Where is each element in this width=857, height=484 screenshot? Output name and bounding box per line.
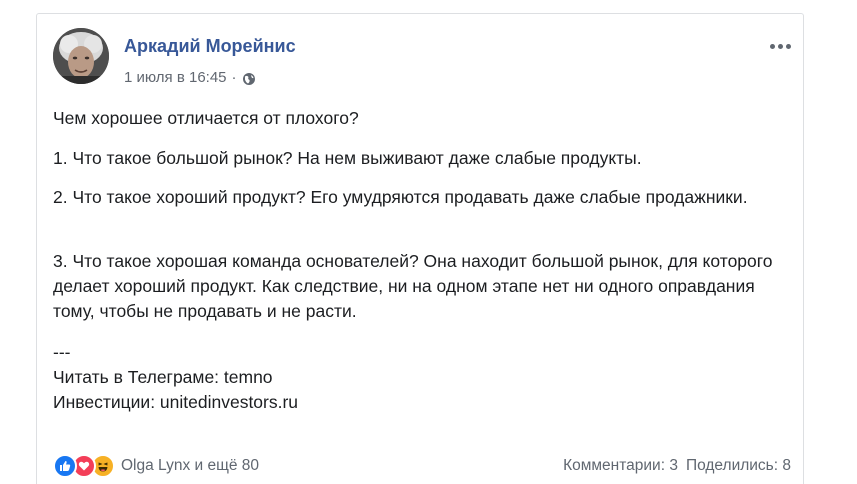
post-paragraph-4: 3. Что такое хорошая команда основателей…	[53, 251, 773, 321]
more-horizontal-icon	[769, 43, 775, 49]
post-meta: 1 июля в 16:45 ·	[124, 69, 256, 86]
post-footer: Olga Lynx и ещё 80 Комментарии: 3 Подели…	[53, 454, 793, 482]
post-paragraph-2: 1. Что такое большой рынок? На нем выжив…	[53, 148, 642, 168]
reaction-icons	[53, 454, 115, 478]
page: Аркадий Морейнис 1 июля в 16:45 · Чем хо…	[0, 0, 857, 484]
meta-separator: ·	[231, 69, 237, 86]
investments-line: Инвестиции: unitedinvestors.ru	[53, 392, 299, 412]
shares-count-link[interactable]: Поделились: 8	[686, 457, 791, 475]
avatar[interactable]	[53, 28, 109, 84]
comments-count-link[interactable]: Комментарии: 3	[563, 457, 678, 475]
engagement-counts: Комментарии: 3 Поделились: 8	[563, 457, 791, 475]
author-name-link[interactable]: Аркадий Морейнис	[124, 36, 296, 57]
more-horizontal-icon-dot	[777, 43, 783, 49]
like-icon	[53, 454, 77, 478]
post-paragraph-3: 2. Что такое хороший продукт? Его умудря…	[53, 187, 748, 207]
post-card: Аркадий Морейнис 1 июля в 16:45 · Чем хо…	[36, 13, 804, 484]
reactions-label[interactable]: Olga Lynx и ещё 80	[121, 457, 259, 475]
telegram-line: Читать в Телеграме: temno	[53, 367, 273, 387]
post-paragraph-5: --- Читать в Телеграме: temno Инвестиции…	[53, 340, 793, 415]
more-options-button[interactable]	[765, 36, 795, 56]
globe-icon[interactable]	[242, 72, 256, 86]
more-horizontal-icon-dot	[785, 43, 791, 49]
reactions-summary[interactable]: Olga Lynx и ещё 80	[53, 454, 259, 478]
post-timestamp[interactable]: 1 июля в 16:45	[124, 69, 227, 86]
avatar-photo	[53, 28, 109, 84]
post-divider-text: ---	[53, 342, 71, 362]
post-paragraph-1: Чем хорошее отличается от плохого?	[53, 108, 359, 128]
